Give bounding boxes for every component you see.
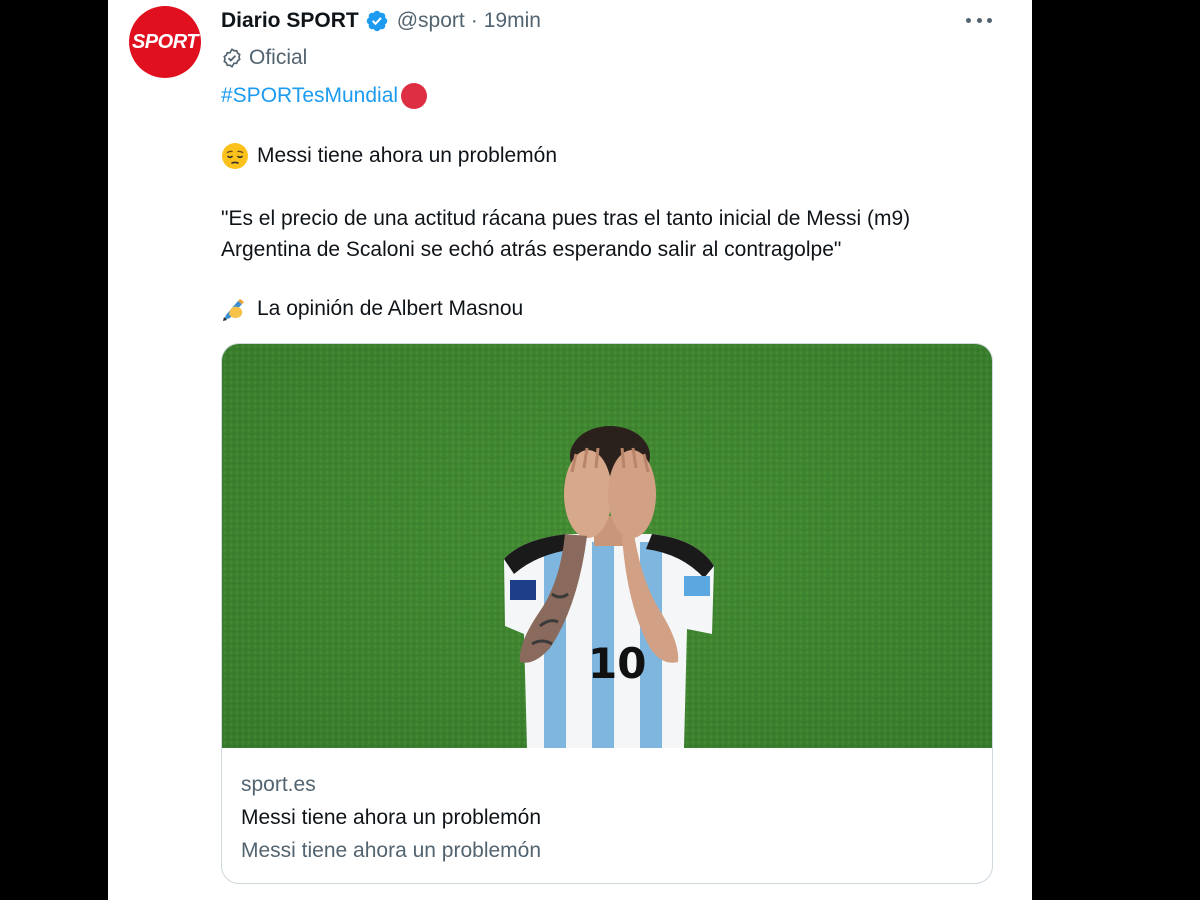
card-title: Messi tiene ahora un problemón bbox=[241, 806, 542, 829]
card-description: Messi tiene ahora un problemón bbox=[241, 839, 542, 862]
hashtag-row: #SPORTesMundial bbox=[221, 81, 428, 111]
more-options-icon[interactable] bbox=[966, 10, 992, 30]
more-dot bbox=[987, 17, 992, 23]
separator-dot: · bbox=[470, 9, 478, 32]
avatar-logo-text: SPORT bbox=[131, 30, 199, 53]
card-image-messi: 10 bbox=[222, 344, 992, 748]
display-name[interactable]: Diario SPORT bbox=[221, 9, 359, 33]
jersey-number: 10 bbox=[588, 639, 646, 688]
quote-line-2: Argentina de Scaloni se echó atrás esper… bbox=[221, 238, 842, 261]
tweet-text-headline: Messi tiene ahora un problemón bbox=[257, 144, 558, 167]
avatar[interactable]: SPORT bbox=[129, 6, 201, 78]
timestamp[interactable]: 19min bbox=[484, 9, 541, 33]
verified-badge-icon bbox=[366, 10, 387, 32]
quote-line-1: "Es el precio de una actitud rácana pues… bbox=[221, 207, 911, 230]
tweet-container: SPORT Diario SPORT @sport · 19min Oficia… bbox=[108, 0, 1032, 900]
user-handle[interactable]: @sport bbox=[397, 9, 465, 33]
official-check-icon bbox=[223, 48, 241, 68]
tweet-text-author-row: La opinión de Albert Masnou bbox=[221, 294, 523, 324]
writing-hand-emoji bbox=[223, 299, 244, 321]
card-domain: sport.es bbox=[241, 773, 316, 796]
pensive-face-emoji bbox=[222, 143, 248, 169]
tweet-text-author: La opinión de Albert Masnou bbox=[257, 297, 524, 320]
more-dot bbox=[966, 17, 971, 23]
link-preview-card[interactable]: 10 sport.es Messi tiene ahora un problem… bbox=[221, 343, 993, 884]
official-label: Oficial bbox=[249, 46, 308, 69]
official-label-row: Oficial bbox=[221, 44, 307, 72]
tweet-quote: "Es el precio de una actitud rácana pues… bbox=[221, 203, 910, 265]
red-circle-emoji bbox=[401, 83, 428, 109]
tweet-text-line1: Messi tiene ahora un problemón bbox=[221, 141, 557, 171]
hashtag-link[interactable]: #SPORTesMundial bbox=[221, 84, 398, 108]
more-dot bbox=[976, 17, 982, 23]
card-text-block: sport.es Messi tiene ahora un problemón … bbox=[241, 768, 971, 867]
tweet-header: Diario SPORT @sport · 19min bbox=[221, 6, 541, 36]
